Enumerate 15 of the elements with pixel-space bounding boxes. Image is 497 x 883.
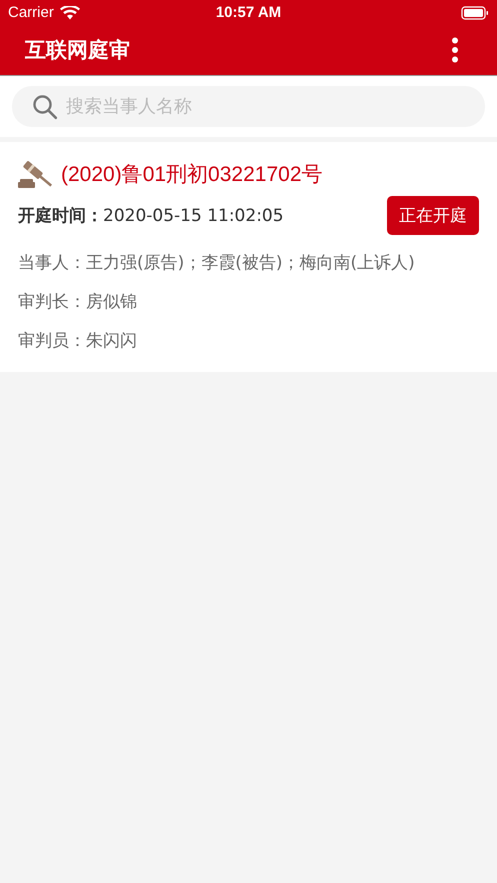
page-title: 互联网庭审 [25,37,130,64]
wifi-icon [60,6,80,20]
search-field[interactable]: 搜索当事人名称 [12,86,485,127]
case-number: (2020)鲁01刑初03221702号 [61,162,322,188]
gavel-icon [18,160,55,188]
detail-text: 当事人：王力强(原告)；李霞(被告)；梅向南(上诉人) [18,252,416,274]
detail-text: 审判员：朱闪闪 [18,330,138,352]
more-icon[interactable] [451,37,459,63]
clock-label: 10:57 AM [216,4,282,21]
session-time: 开庭时间：2020-05-15 11:02:05 [18,205,284,227]
case-card[interactable]: (2020)鲁01刑初03221702号 开庭时间：2020-05-15 11:02:05 正在开庭 当事人：王力强(原告)；李霞(被告)；梅向南(上诉人) 审判长：房似锦 审判员：朱闪闪 [0,142,497,372]
carrier-label: Carrier [8,4,54,21]
detail-text: 审判长：房似锦 [18,291,138,313]
status-badge: 正在开庭 [387,196,479,235]
battery-icon [461,6,489,20]
